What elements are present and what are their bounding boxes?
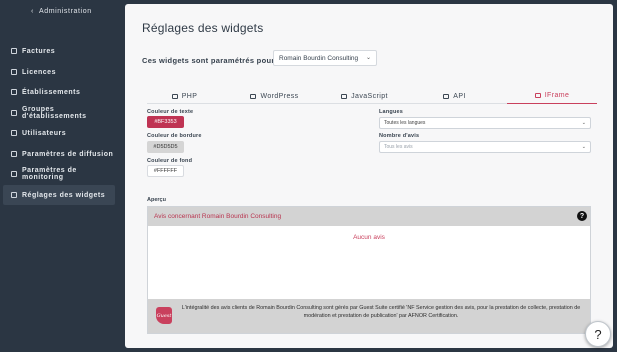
border-color-label: Couleur de bordure (147, 133, 202, 139)
tab-label: JavaScript (351, 92, 388, 100)
sidebar-item-label: Factures (22, 47, 56, 55)
tab-wordpress[interactable]: WordPress (237, 88, 312, 104)
sidebar-item-etablissements[interactable]: Établissements (3, 82, 115, 102)
chevron-down-icon: ⌄ (581, 144, 586, 150)
text-color-label: Couleur de texte (147, 109, 194, 115)
tab-label: API (453, 92, 466, 100)
iframe-icon (534, 93, 541, 98)
question-icon[interactable]: ? (577, 211, 587, 221)
wordpress-icon (250, 93, 257, 99)
preview-label: Aperçu (147, 197, 166, 203)
sidebar-item-utilisateurs[interactable]: Utilisateurs (3, 123, 115, 143)
sidebar-item-diffusion[interactable]: Paramètres de diffusion (3, 144, 115, 164)
languages-select[interactable]: Toutes les langues ⌄ (379, 117, 591, 129)
reviews-count-placeholder: Tous les avis (384, 144, 413, 150)
preview-title: Avis concernant Romain Bourdin Consultin… (154, 213, 282, 220)
background-color-label: Couleur de fond (147, 158, 193, 164)
help-button[interactable]: ? (585, 321, 611, 347)
organization-select-value: Romain Bourdin Consulting (279, 54, 359, 62)
sidebar-item-groupes[interactable]: Groupes d'établissements (3, 103, 115, 123)
building-icon (11, 89, 17, 95)
tab-php[interactable]: PHP (147, 88, 222, 104)
tab-iframe[interactable]: IFrame (507, 88, 597, 104)
organization-select[interactable]: Romain Bourdin Consulting ⌄ (273, 50, 377, 66)
sidebar-item-label: Paramètres de monitoring (22, 167, 77, 181)
group-icon (11, 110, 17, 116)
invoice-icon (11, 48, 17, 54)
sidebar-item-monitoring[interactable]: Paramètres de monitoring (3, 164, 115, 184)
api-icon (443, 93, 450, 99)
reviews-count-label: Nombre d'avis (379, 133, 420, 139)
tab-label: IFrame (544, 92, 570, 99)
certification-text: L'intégralité des avis clients de Romain… (181, 305, 581, 319)
chevron-down-icon: ⌄ (365, 55, 371, 61)
chevron-down-icon: ⌄ (581, 120, 586, 126)
tab-label: PHP (181, 92, 198, 100)
back-label: Administration (38, 8, 92, 15)
sidebar-item-licences[interactable]: Licences (3, 62, 115, 82)
page-title: Réglages des widgets (142, 21, 264, 35)
languages-label: Langues (379, 109, 404, 115)
sidebar: ‹ Administration Factures Licences Établ… (0, 0, 122, 352)
tab-label: WordPress (260, 92, 299, 100)
iframe-preview: Avis concernant Romain Bourdin Consultin… (147, 206, 591, 334)
preview-header: Avis concernant Romain Bourdin Consultin… (148, 207, 590, 226)
license-icon (11, 69, 17, 75)
sidebar-item-label: Groupes d'établissements (22, 106, 87, 120)
sidebar-item-label: Réglages des widgets (22, 191, 106, 199)
sidebar-item-label: Paramètres de diffusion (22, 150, 114, 158)
php-icon (171, 93, 178, 99)
tab-bar: PHP WordPress JavaScript API IFrame (147, 88, 597, 104)
config-label: Ces widgets sont paramétrés pour : (142, 56, 280, 65)
tab-javascript[interactable]: JavaScript (327, 88, 402, 104)
preview-footer: Guest L'intégralité des avis clients de … (148, 299, 590, 333)
javascript-icon (341, 93, 348, 99)
empty-reviews-text: Aucun avis (353, 234, 385, 241)
users-icon (11, 130, 17, 136)
sidebar-item-label: Utilisateurs (22, 129, 67, 137)
widget-icon (11, 192, 17, 198)
languages-select-value: Toutes les langues (384, 120, 426, 126)
back-to-administration-link[interactable]: ‹ Administration (31, 8, 92, 15)
sidebar-item-widgets[interactable]: Réglages des widgets (3, 185, 115, 205)
text-color-input[interactable]: #BF3353 (147, 116, 184, 128)
guest-suite-logo: Guest (156, 307, 172, 324)
sidebar-item-factures[interactable]: Factures (3, 41, 115, 61)
sidebar-item-label: Licences (22, 68, 56, 76)
tab-api[interactable]: API (417, 88, 492, 104)
sidebar-item-label: Établissements (22, 88, 81, 96)
eye-icon (11, 171, 17, 177)
reviews-count-select[interactable]: Tous les avis ⌄ (379, 141, 591, 153)
border-color-input[interactable]: #D5D5D5 (147, 141, 184, 153)
main-panel: Réglages des widgets Ces widgets sont pa… (125, 4, 613, 348)
background-color-input[interactable]: #FFFFFF (147, 165, 184, 177)
chevron-left-icon: ‹ (31, 8, 34, 15)
send-icon (11, 151, 17, 157)
